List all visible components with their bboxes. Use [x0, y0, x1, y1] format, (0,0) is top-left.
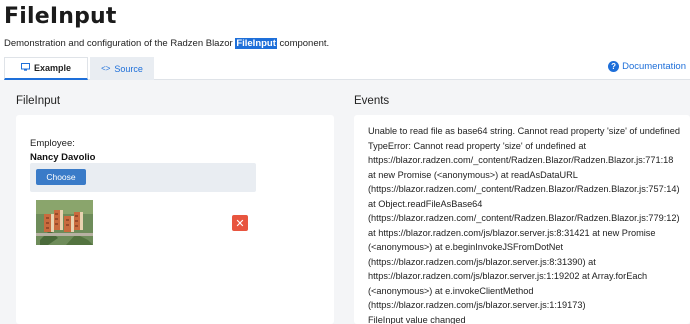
event-line: FileInput value changed	[368, 314, 466, 324]
event-line: (https://blazor.radzen.com/_content/Radz…	[368, 184, 680, 194]
description-text: Demonstration and configuration of the R…	[4, 38, 236, 49]
event-line: https://blazor.radzen.com/js/blazor.serv…	[368, 271, 648, 281]
tab-strip: Example <> Source	[4, 57, 690, 80]
image-preview	[36, 200, 93, 245]
description-text-end: component.	[276, 38, 330, 49]
tab-example[interactable]: Example	[4, 57, 88, 80]
tab-source-label: Source	[114, 63, 143, 74]
remove-file-button[interactable]: ✕	[232, 215, 248, 231]
events-log: Unable to read file as base64 string. Ca…	[368, 124, 686, 324]
documentation-link[interactable]: ? Documentation	[608, 61, 686, 72]
page-description: Demonstration and configuration of the R…	[4, 38, 329, 49]
event-line: at Object.readFileAsBase64	[368, 198, 483, 209]
close-icon: ✕	[235, 217, 245, 230]
code-icon: <>	[101, 64, 111, 73]
choose-button[interactable]: Choose	[36, 169, 86, 185]
events-section-title: Events	[354, 95, 390, 107]
employee-name: Nancy Davolio	[30, 152, 96, 163]
event-line: (https://blazor.radzen.com/js/blazor.ser…	[368, 256, 596, 267]
event-line: Unable to read file as base64 string. Ca…	[368, 126, 680, 136]
employee-label: Employee:	[30, 138, 75, 149]
event-line: https://blazor.radzen.com/_content/Radze…	[368, 155, 674, 165]
event-line: at new Promise (<anonymous>) at readAsDa…	[368, 169, 578, 180]
fileinput-section-title: FileInput	[16, 95, 61, 107]
event-line: (<anonymous>) at e.beginInvokeJSFromDotN…	[368, 242, 564, 252]
event-line: at https://blazor.radzen.com/js/blazor.s…	[368, 227, 656, 238]
event-line: TypeError: Cannot read property 'size' o…	[368, 140, 587, 151]
event-line: (https://blazor.radzen.com/_content/Radz…	[368, 213, 680, 223]
event-line: (https://blazor.radzen.com/js/blazor.ser…	[368, 300, 586, 310]
tab-source[interactable]: <> Source	[90, 57, 154, 80]
monitor-icon	[20, 63, 30, 73]
event-line: (<anonymous>) at e.invokeClientMethod	[368, 285, 534, 296]
documentation-label: Documentation	[622, 61, 686, 72]
description-highlight: FileInput	[235, 38, 277, 49]
page-title: FileInput	[4, 4, 117, 29]
help-circle-icon: ?	[608, 61, 620, 72]
tab-example-label: Example	[33, 63, 72, 73]
